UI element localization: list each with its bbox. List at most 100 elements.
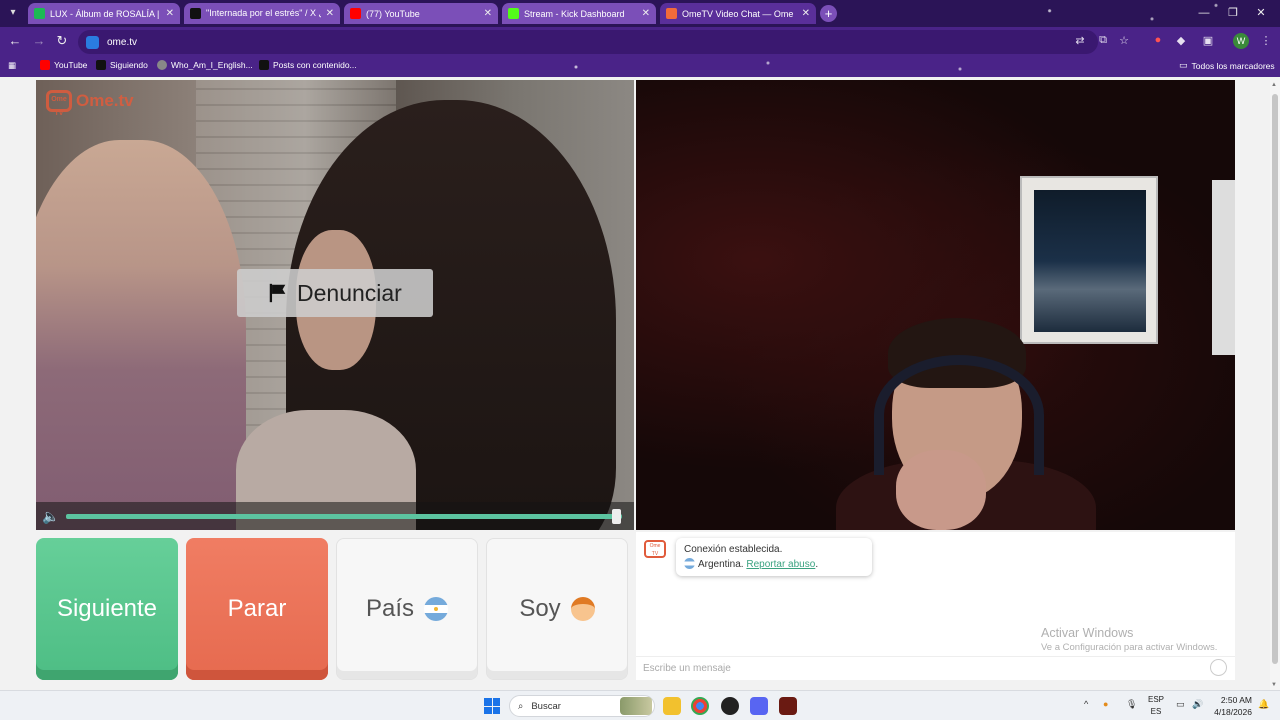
- chrome-icon[interactable]: [691, 697, 709, 715]
- address-bar-row: ← → ↻ ome.tv ⇄ ⧉ ☆ ● ◆ ▣ W ⋮: [0, 27, 1280, 57]
- extensions-puzzle-icon[interactable]: ▣: [1200, 34, 1216, 47]
- all-bookmarks[interactable]: ▭ Todos los marcadores: [1179, 60, 1275, 71]
- kick-icon: [508, 8, 519, 19]
- scroll-down-icon[interactable]: ▼: [1271, 682, 1277, 688]
- url-text: ome.tv: [107, 36, 138, 48]
- search-icon: ⌕: [518, 700, 524, 712]
- close-icon[interactable]: ✕: [802, 8, 810, 19]
- widgets-icon[interactable]: [620, 697, 652, 715]
- tab-title: LUX - Álbum de ROSALÍA | Spo: [50, 8, 161, 19]
- volume-tray-icon[interactable]: 🔊: [1192, 699, 1203, 710]
- profile-avatar[interactable]: W: [1233, 33, 1249, 49]
- game-icon[interactable]: [779, 697, 797, 715]
- emoji-icon[interactable]: [1210, 659, 1227, 676]
- reload-icon[interactable]: ↻: [53, 33, 71, 49]
- forward-icon[interactable]: →: [30, 33, 48, 48]
- self-video: [636, 80, 1235, 530]
- clock-date: 4/18/2026: [1214, 707, 1252, 717]
- url-field[interactable]: ome.tv: [78, 30, 1098, 54]
- stop-label: Parar: [227, 595, 287, 622]
- close-icon[interactable]: ✕: [484, 8, 492, 19]
- page-scrollbar[interactable]: ▲ ▼: [1270, 80, 1280, 690]
- country-line: Argentina. Reportar abuso.: [684, 557, 864, 572]
- bookmark-posts[interactable]: Posts con contenido...: [259, 60, 357, 70]
- volume-slider[interactable]: [66, 514, 622, 519]
- gender-button[interactable]: Soy: [486, 538, 628, 680]
- youtube-icon: [350, 8, 361, 19]
- tab-title: OmeTV Video Chat — Ome: [682, 8, 794, 19]
- flag-icon: [269, 283, 286, 303]
- connection-text: Conexión establecida.: [684, 544, 783, 555]
- tab-spotify[interactable]: LUX - Álbum de ROSALÍA | Spo ✕: [28, 3, 180, 24]
- new-tab-button[interactable]: +: [820, 5, 837, 22]
- bookmark-who-am-i[interactable]: Who_Am_I_English...: [157, 60, 253, 70]
- bookmark-star-icon[interactable]: ☆: [1116, 34, 1132, 47]
- tab-youtube[interactable]: (77) YouTube ✕: [344, 3, 498, 24]
- tab-x[interactable]: "Internada por el estrés" / X نقل ✕: [184, 3, 340, 24]
- obs-icon[interactable]: [721, 697, 739, 715]
- install-icon[interactable]: ⧉: [1095, 34, 1111, 47]
- clock[interactable]: 2:50 AM 4/18/2026: [1212, 694, 1252, 718]
- argentina-flag-icon: [424, 597, 449, 621]
- vpn-extension-icon[interactable]: ◆: [1173, 34, 1189, 47]
- tray-chevron-icon[interactable]: ^: [1084, 699, 1088, 709]
- x-icon: [259, 60, 269, 70]
- speaker-icon[interactable]: 🔈: [42, 508, 59, 525]
- next-label: Siguiente: [56, 595, 158, 622]
- all-bookmarks-label: Todos los marcadores: [1191, 60, 1275, 71]
- apps-grid-icon[interactable]: ▦: [8, 60, 16, 71]
- stop-button[interactable]: Parar: [186, 538, 328, 680]
- tab-kick[interactable]: Stream - Kick Dashboard ✕: [502, 3, 656, 24]
- notification-bell-icon[interactable]: 🔔: [1258, 699, 1269, 710]
- close-icon[interactable]: ✕: [166, 8, 174, 19]
- next-button[interactable]: Siguiente: [36, 538, 178, 680]
- bookmark-label: Posts con contenido...: [273, 60, 357, 70]
- message-input[interactable]: Escribe un mensaje: [636, 656, 1235, 680]
- close-icon[interactable]: ✕: [326, 8, 334, 19]
- scroll-up-icon[interactable]: ▲: [1271, 82, 1277, 88]
- file-explorer-icon[interactable]: [663, 697, 681, 715]
- site-info-icon[interactable]: [86, 35, 99, 49]
- microphone-icon[interactable]: 🎙: [1126, 699, 1137, 710]
- back-icon[interactable]: ←: [6, 33, 24, 48]
- bookmark-label: YouTube: [54, 60, 88, 70]
- lang-top: ESP: [1148, 695, 1165, 704]
- video-person-hand: [896, 450, 986, 530]
- window-close-icon[interactable]: ✕: [1242, 0, 1280, 27]
- globe-icon: [157, 60, 167, 70]
- volume-handle[interactable]: [612, 509, 622, 524]
- menu-dots-icon[interactable]: ⋮: [1258, 34, 1274, 47]
- wall-painting: [1020, 176, 1158, 344]
- report-abuse-link[interactable]: Reportar abuso: [746, 559, 815, 570]
- tab-title: Stream - Kick Dashboard: [524, 8, 625, 19]
- report-button[interactable]: Denunciar: [237, 269, 433, 317]
- x-icon: [190, 8, 201, 19]
- network-icon[interactable]: ▭: [1176, 699, 1185, 710]
- extension-icon[interactable]: ●: [1150, 34, 1166, 46]
- system-message: Conexión establecida. Argentina. Reporta…: [676, 538, 872, 576]
- wall-painting: [1212, 180, 1235, 355]
- tab-ometv[interactable]: OmeTV Video Chat — Ome ✕: [660, 3, 816, 24]
- tab-search-icon[interactable]: ▾: [6, 6, 20, 20]
- translate-icon[interactable]: ⇄: [1072, 34, 1088, 47]
- bookmark-label: Siguiendo: [110, 60, 148, 70]
- bookmark-siguiendo[interactable]: Siguiendo: [96, 60, 148, 70]
- windows-start-icon[interactable]: [484, 698, 500, 714]
- country-button[interactable]: País: [336, 538, 478, 680]
- tv-icon: Ome TV: [46, 90, 72, 117]
- x-icon: [96, 60, 106, 70]
- tray-app-icon[interactable]: ●: [1103, 699, 1108, 709]
- windows-taskbar: ⌕ Buscar ^ ● 🎙 ESP ES ▭ 🔊 2:50 AM 4/18/2…: [0, 690, 1280, 720]
- language-indicator[interactable]: ESP ES: [1148, 694, 1164, 718]
- watermark-subtitle: Ve a Configuración para activar Windows.: [1041, 642, 1218, 653]
- country-text: Argentina.: [698, 559, 744, 570]
- ometv-logo: Ome TV Ome.tv: [46, 90, 134, 117]
- scroll-thumb[interactable]: [1272, 94, 1278, 664]
- country-label: País: [365, 595, 415, 622]
- watermark-title: Activar Windows: [1041, 626, 1134, 640]
- youtube-icon: [40, 60, 50, 70]
- discord-icon[interactable]: [750, 697, 768, 715]
- tab-title: "Internada por el estrés" / X نقل: [206, 8, 321, 18]
- bookmark-youtube[interactable]: YouTube: [40, 60, 87, 70]
- close-icon[interactable]: ✕: [642, 8, 650, 19]
